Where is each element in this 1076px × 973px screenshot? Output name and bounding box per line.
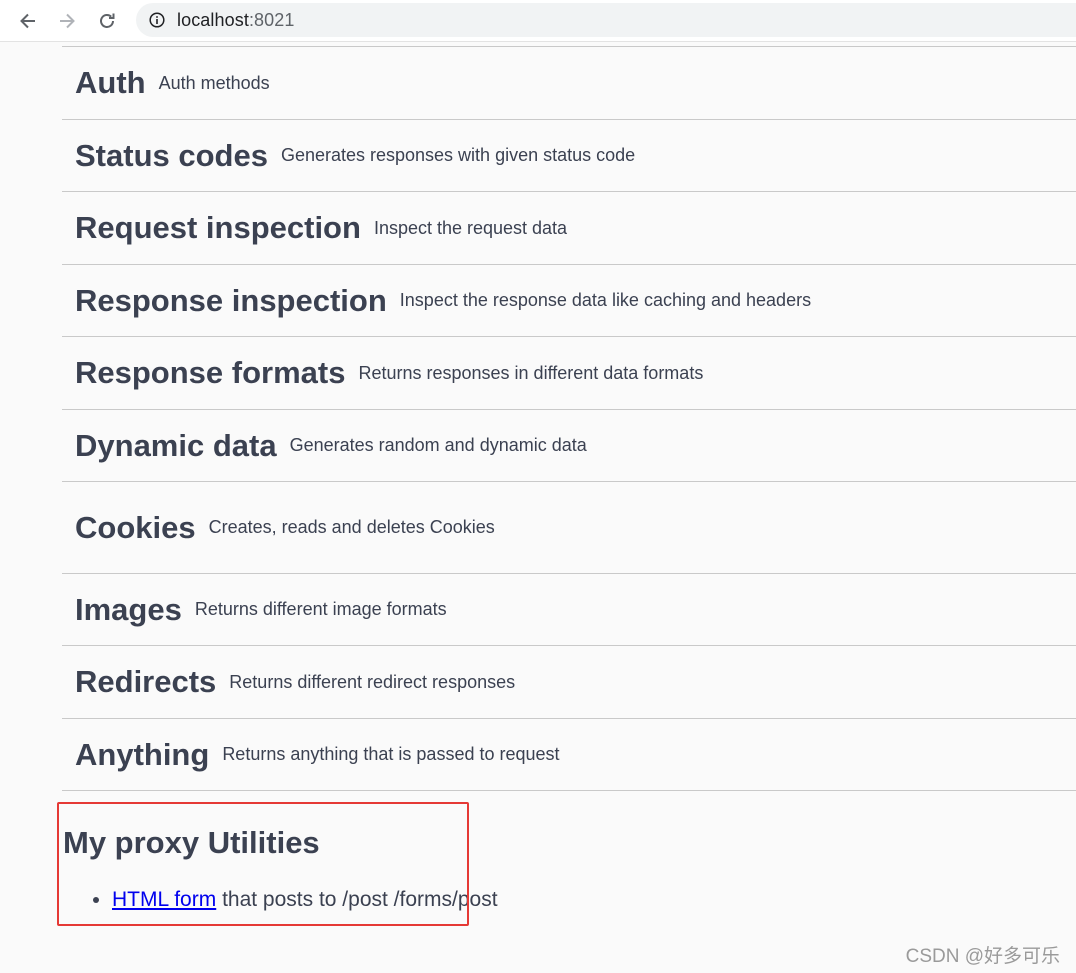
tag-title[interactable]: Auth [75, 65, 146, 101]
tag-description: Inspect the request data [373, 217, 568, 238]
tag-section-dynamic-data[interactable]: Dynamic data Generates random and dynami… [62, 410, 1076, 482]
tag-description: Returns different redirect responses [229, 671, 516, 692]
tag-section-auth[interactable]: Auth Auth methods [62, 47, 1076, 120]
tag-section-status-codes[interactable]: Status codes Generates responses with gi… [62, 120, 1076, 192]
reload-icon [100, 13, 115, 28]
proxy-utilities-section: My proxy Utilities HTML form that posts … [62, 808, 562, 915]
url-port: :8021 [248, 9, 295, 30]
tag-title[interactable]: Cookies [75, 510, 196, 546]
reload-button[interactable] [94, 8, 120, 34]
tag-title[interactable]: Response inspection [75, 283, 387, 319]
url-text: localhost:8021 [177, 10, 295, 31]
tag-section-response-formats[interactable]: Response formats Returns responses in di… [62, 337, 1076, 410]
tag-section-redirects[interactable]: Redirects Returns different redirect res… [62, 646, 1076, 719]
tag-section-request-inspection[interactable]: Request inspection Inspect the request d… [62, 192, 1076, 265]
tag-title[interactable]: Redirects [75, 664, 216, 700]
tag-title[interactable]: Request inspection [75, 210, 361, 246]
tag-description: Returns responses in different data form… [358, 362, 704, 383]
back-button[interactable] [15, 8, 41, 34]
html-form-link[interactable]: HTML form [112, 888, 216, 911]
tag-description: Creates, reads and deletes Cookies [208, 517, 495, 537]
watermark: CSDN @好多可乐 [905, 946, 1060, 967]
tag-description: Inspect the response data like caching a… [399, 290, 812, 310]
tag-description: Returns anything that is passed to reque… [222, 744, 560, 764]
info-icon[interactable] [149, 12, 165, 28]
tag-description: Generates random and dynamic data [289, 435, 587, 455]
tag-description: Auth methods [158, 72, 270, 93]
address-bar[interactable]: localhost:8021 [136, 3, 1076, 37]
tag-title[interactable]: Dynamic data [75, 428, 277, 464]
forward-button[interactable] [54, 8, 80, 34]
proxy-utilities-list: HTML form that posts to /post /forms/pos… [62, 885, 562, 915]
tag-section-cookies[interactable]: Cookies Creates, reads and deletes Cooki… [62, 482, 1076, 574]
tag-description: Returns different image formats [194, 599, 447, 619]
tag-section-images[interactable]: Images Returns different image formats [62, 574, 1076, 646]
proxy-utilities-heading: My proxy Utilities [63, 825, 320, 860]
tag-section-response-inspection[interactable]: Response inspection Inspect the response… [62, 265, 1076, 337]
tag-title[interactable]: Anything [75, 737, 209, 773]
list-item: HTML form that posts to /post /forms/pos… [112, 885, 562, 915]
list-item-text: that posts to /post /forms/post [216, 888, 498, 911]
tag-description: Generates responses with given status co… [280, 145, 636, 165]
tag-title[interactable]: Images [75, 592, 182, 628]
tag-section-anything[interactable]: Anything Returns anything that is passed… [62, 719, 1076, 791]
browser-toolbar: localhost:8021 [0, 0, 1076, 42]
url-host: localhost [177, 9, 249, 30]
tag-list: Auth Auth methods Status codes Generates… [62, 46, 1076, 791]
arrow-right-icon [60, 13, 75, 29]
arrow-left-icon [20, 13, 35, 29]
tag-title[interactable]: Response formats [75, 355, 345, 391]
tag-title[interactable]: Status codes [75, 138, 268, 174]
